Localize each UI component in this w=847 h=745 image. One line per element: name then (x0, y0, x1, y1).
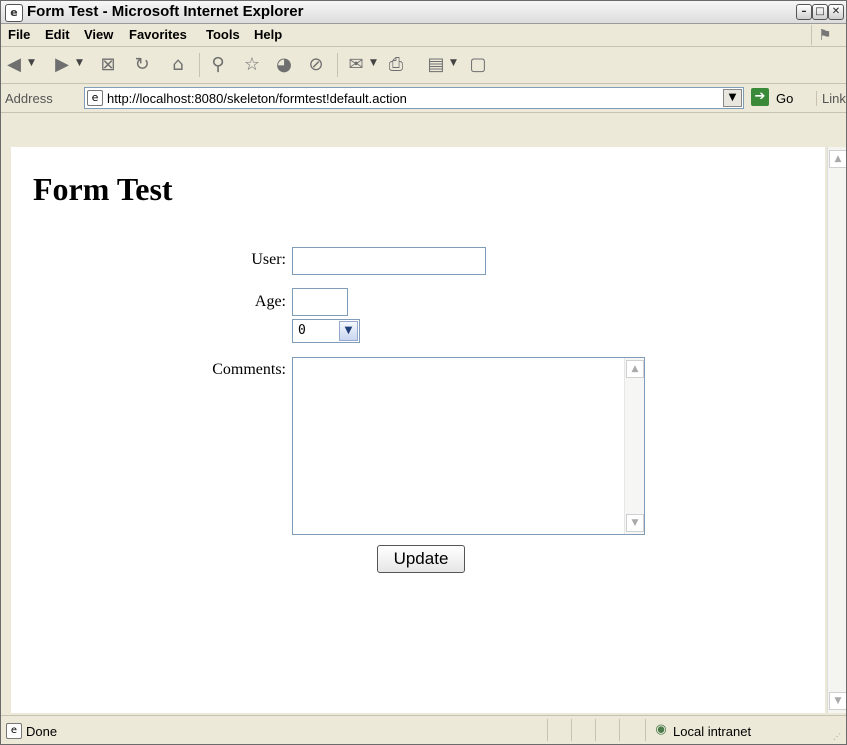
status-text: Done (26, 724, 58, 739)
user-label: User: (251, 251, 286, 268)
toolbar: ◀ ▼ ▶ ▼ ⊠ ↻ ⌂ ⚲ ☆ ◕ ⊘ ✉ ▼ ⎙ ▤ ▼ ▢ (1, 47, 846, 84)
comments-textarea[interactable]: ▲ ▼ (292, 357, 645, 535)
resize-grip-icon[interactable]: ⋰ (833, 732, 843, 742)
minimize-button[interactable]: – (796, 4, 812, 20)
maximize-button[interactable]: □ (812, 4, 828, 20)
window-title: Form Test - Microsoft Internet Explorer (27, 3, 304, 20)
address-url[interactable]: http://localhost:8080/skeleton/formtest!… (107, 91, 407, 106)
menu-help[interactable]: Help (254, 27, 282, 42)
user-input[interactable] (292, 247, 486, 275)
mail-dropdown-icon[interactable]: ▼ (370, 58, 377, 68)
discuss-icon[interactable]: ▢ (467, 54, 489, 76)
update-button[interactable]: Update (377, 545, 465, 573)
print-icon[interactable]: ⎙ (385, 54, 407, 76)
status-separator (571, 719, 572, 741)
status-separator (645, 719, 646, 741)
back-icon[interactable]: ◀ (3, 54, 25, 76)
status-separator (619, 719, 620, 741)
comments-label: Comments: (212, 361, 286, 378)
zone-text: Local intranet (673, 724, 752, 739)
go-button[interactable]: Go (776, 91, 793, 106)
stop-icon[interactable]: ⊠ (97, 54, 119, 76)
back-dropdown-icon[interactable]: ▼ (28, 58, 35, 68)
address-label: Address (5, 91, 53, 106)
page-viewport: Form Test User: Age: 0 ▼ Comments: ▲ ▼ U… (11, 147, 825, 713)
menu-bar: File Edit View Favorites Tools Help ⚑ (1, 24, 846, 47)
links-button[interactable]: Links (816, 91, 846, 106)
age-input[interactable] (292, 288, 348, 316)
scroll-up-icon[interactable]: ▲ (626, 360, 644, 378)
forward-icon[interactable]: ▶ (51, 54, 73, 76)
refresh-icon[interactable]: ↻ (131, 54, 153, 76)
menu-tools[interactable]: Tools (206, 27, 240, 42)
toolbar-separator (337, 53, 338, 77)
forward-dropdown-icon[interactable]: ▼ (76, 58, 83, 68)
mail-icon[interactable]: ✉ (345, 54, 367, 76)
age-select[interactable]: 0 ▼ (292, 319, 360, 343)
media-icon[interactable]: ◕ (273, 54, 295, 76)
status-separator (547, 719, 548, 741)
edit-icon[interactable]: ▤ (425, 54, 447, 76)
search-icon[interactable]: ⚲ (207, 54, 229, 76)
menu-file[interactable]: File (8, 27, 30, 42)
menu-favorites[interactable]: Favorites (129, 27, 187, 42)
windows-logo-icon: ⚑ (811, 25, 838, 45)
chevron-down-icon[interactable]: ▼ (339, 321, 358, 341)
home-icon[interactable]: ⌂ (167, 54, 189, 76)
scroll-down-icon[interactable]: ▼ (626, 514, 644, 532)
menu-edit[interactable]: Edit (45, 27, 70, 42)
page-scroll-up-icon[interactable]: ▲ (829, 150, 846, 168)
address-dropdown-icon[interactable]: ▼ (723, 89, 742, 107)
done-page-icon: e (6, 723, 22, 739)
ie-icon: e (5, 4, 23, 22)
menu-view[interactable]: View (84, 27, 113, 42)
close-button[interactable]: ✕ (828, 4, 844, 20)
history-icon[interactable]: ⊘ (305, 54, 327, 76)
age-label: Age: (254, 293, 286, 310)
address-input[interactable]: e http://localhost:8080/skeleton/formtes… (84, 87, 744, 109)
toolbar-separator (199, 53, 200, 77)
go-arrow-icon[interactable]: ➔ (751, 88, 769, 106)
edit-dropdown-icon[interactable]: ▼ (450, 58, 457, 68)
age-select-value: 0 (298, 323, 306, 338)
page-scrollbar[interactable]: ▲ ▼ (827, 147, 846, 713)
address-bar: Address e http://localhost:8080/skeleton… (1, 84, 846, 113)
page-scroll-down-icon[interactable]: ▼ (829, 692, 846, 710)
browser-window: e Form Test - Microsoft Internet Explore… (0, 0, 847, 745)
favorites-star-icon[interactable]: ☆ (241, 54, 263, 76)
status-bar: e Done ◉ Local intranet ⋰ (1, 715, 846, 744)
page-title: Form Test (33, 171, 173, 207)
status-separator (595, 719, 596, 741)
title-bar: e Form Test - Microsoft Internet Explore… (1, 1, 846, 24)
textarea-scrollbar[interactable]: ▲ ▼ (624, 358, 644, 534)
local-intranet-icon: ◉ (655, 722, 667, 737)
page-icon: e (87, 90, 103, 106)
